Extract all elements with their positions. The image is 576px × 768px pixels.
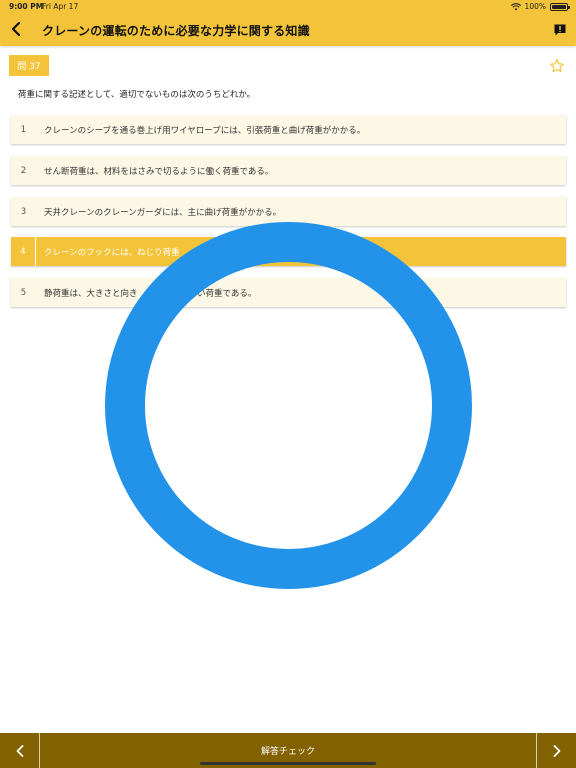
star-outline-icon (550, 59, 564, 73)
favorite-button[interactable] (549, 58, 565, 74)
top-bar: 9:00 PM Fri Apr 17 100% クレーンの運転のために必要な力学… (0, 0, 576, 46)
previous-question-button[interactable] (0, 733, 40, 768)
status-time: 9:00 PM (9, 2, 44, 11)
page-title: クレーンの運転のために必要な力学に関する知識 (42, 24, 310, 38)
option-text: せん断荷重は、材料をはさみで切るように働く荷重である。 (44, 166, 274, 177)
report-icon (554, 24, 566, 36)
question-text: 荷重に関する記述として、適切でないものは次のうちどれか。 (18, 90, 256, 100)
option-text: クレーンのフックには、ねじり荷重 (44, 247, 180, 258)
option-number: 2 (20, 165, 27, 176)
option-number: 3 (20, 206, 27, 217)
next-question-button[interactable] (536, 733, 576, 768)
question-number-badge: 問 37 (9, 55, 49, 76)
report-button[interactable] (553, 22, 567, 36)
correct-answer-ring (105, 222, 472, 589)
chevron-left-icon (11, 22, 21, 36)
chevron-left-icon (16, 744, 23, 757)
option-1[interactable]: 1 クレーンのシーブを通る巻上げ用ワイヤロープには、引張荷重と曲げ荷重がかかる。 (11, 115, 566, 144)
option-text: 天井クレーンのクレーンガーダには、主に曲げ荷重がかかる。 (44, 207, 282, 218)
home-indicator[interactable] (200, 762, 376, 765)
quiz-screen: 9:00 PM Fri Apr 17 100% クレーンの運転のために必要な力学… (0, 0, 576, 768)
option-number: 4 (11, 237, 36, 266)
status-bar: 9:00 PM Fri Apr 17 100% (0, 0, 576, 13)
option-number: 5 (20, 287, 27, 298)
chevron-right-icon (553, 744, 560, 757)
option-2[interactable]: 2 せん断荷重は、材料をはさみで切るように働く荷重である。 (11, 156, 566, 185)
option-text: クレーンのシーブを通る巻上げ用ワイヤロープには、引張荷重と曲げ荷重がかかる。 (44, 125, 366, 136)
status-right: 100% (510, 2, 570, 11)
status-date: Fri Apr 17 (42, 2, 79, 11)
wifi-icon (510, 2, 521, 10)
back-button[interactable] (6, 18, 26, 40)
battery-icon (550, 2, 570, 11)
battery-percent: 100% (524, 2, 546, 11)
option-number: 1 (20, 124, 27, 135)
